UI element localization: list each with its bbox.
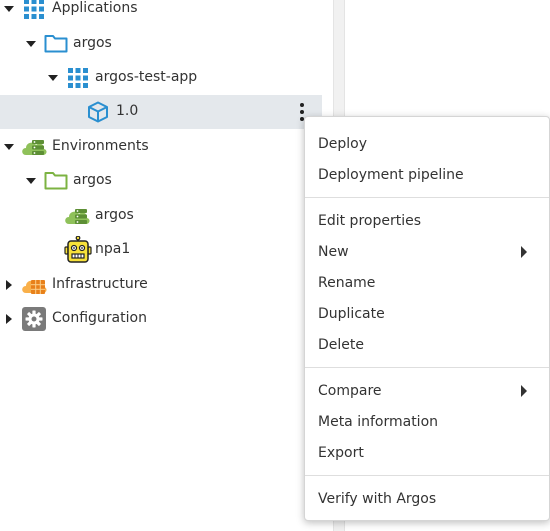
tree-item-infrastructure[interactable]: Infrastructure xyxy=(0,268,322,302)
robot-icon xyxy=(64,236,92,264)
menu-item-meta-information[interactable]: Meta information xyxy=(305,406,549,437)
expanded-caret-icon[interactable] xyxy=(25,175,37,187)
menu-item-deployment-pipeline[interactable]: Deployment pipeline xyxy=(305,159,549,190)
package-cube-icon xyxy=(87,101,109,123)
gear-icon xyxy=(22,307,46,331)
tree-item-label: argos xyxy=(73,172,112,188)
tree-item-label: Configuration xyxy=(52,310,147,326)
menu-item-rename[interactable]: Rename xyxy=(305,267,549,298)
menu-item-export[interactable]: Export xyxy=(305,437,549,468)
environments-cloud-icon xyxy=(20,136,48,158)
folder-green-icon xyxy=(44,170,68,190)
environment-cloud-icon xyxy=(63,205,91,227)
tree-item-label: Applications xyxy=(52,0,138,16)
tree-item-label: 1.0 xyxy=(116,103,139,119)
tree-item-label: argos-test-app xyxy=(95,69,198,85)
menu-item-deploy[interactable]: Deploy xyxy=(305,128,549,159)
menu-item-delete[interactable]: Delete xyxy=(305,329,549,360)
expanded-caret-icon[interactable] xyxy=(25,38,37,50)
tree-item-label: Environments xyxy=(52,138,149,154)
tree-item-environment-argos[interactable]: argos xyxy=(0,199,322,233)
tree-item-label: argos xyxy=(95,207,134,223)
collapsed-caret-icon[interactable] xyxy=(3,313,15,325)
tree-item-folder-argos[interactable]: argos xyxy=(0,27,322,61)
tree-item-applications[interactable]: Applications xyxy=(0,0,322,26)
expanded-caret-icon[interactable] xyxy=(3,3,15,15)
submenu-arrow-icon xyxy=(521,246,527,258)
tree-item-label: argos xyxy=(73,35,112,51)
tree-item-argos-test-app[interactable]: argos-test-app xyxy=(0,61,322,95)
infrastructure-cloud-icon xyxy=(20,274,48,296)
tree-item-label: Infrastructure xyxy=(52,276,148,292)
context-menu: Deploy Deployment pipeline Edit properti… xyxy=(304,116,550,521)
tree-item-npa1[interactable]: npa1 xyxy=(0,233,322,267)
applications-grid-icon xyxy=(23,0,45,20)
expanded-caret-icon[interactable] xyxy=(3,141,15,153)
menu-item-verify-with-argos[interactable]: Verify with Argos xyxy=(305,483,549,514)
menu-item-duplicate[interactable]: Duplicate xyxy=(305,298,549,329)
tree-item-label: npa1 xyxy=(95,241,131,257)
menu-separator xyxy=(305,367,549,368)
folder-blue-icon xyxy=(44,33,68,53)
tree-item-folder-argos-env[interactable]: argos xyxy=(0,164,322,198)
application-grid-icon xyxy=(67,67,89,89)
menu-item-edit-properties[interactable]: Edit properties xyxy=(305,205,549,236)
tree-item-version-1-0[interactable]: 1.0 xyxy=(0,95,322,129)
submenu-arrow-icon xyxy=(521,385,527,397)
menu-item-compare[interactable]: Compare xyxy=(305,375,549,406)
expanded-caret-icon[interactable] xyxy=(47,72,59,84)
collapsed-caret-icon[interactable] xyxy=(3,279,15,291)
repository-tree: Applications argos argos-test-app 1.0 En… xyxy=(0,0,322,531)
menu-item-new[interactable]: New xyxy=(305,236,549,267)
menu-separator xyxy=(305,197,549,198)
tree-item-environments[interactable]: Environments xyxy=(0,130,322,164)
menu-separator xyxy=(305,475,549,476)
tree-item-configuration[interactable]: Configuration xyxy=(0,302,322,336)
